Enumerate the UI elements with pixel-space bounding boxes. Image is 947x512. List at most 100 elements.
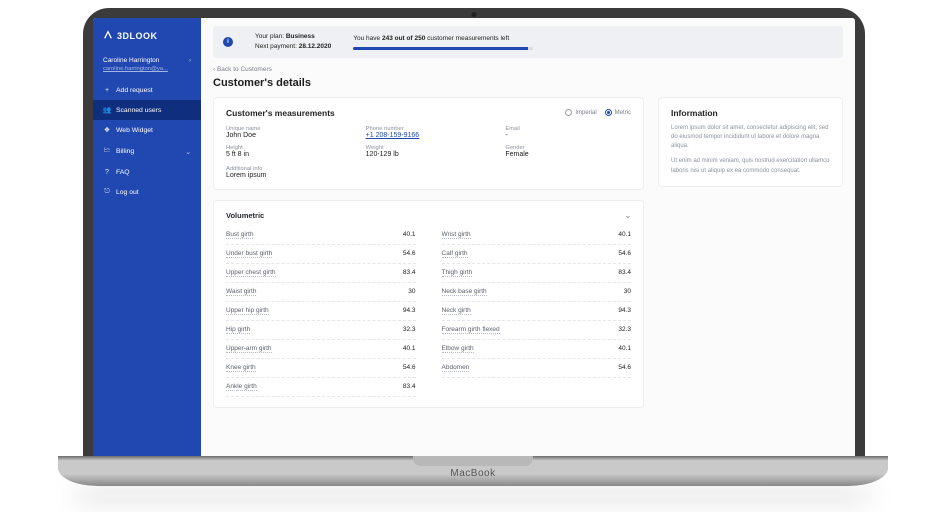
macbook-label: MacBook [58,468,888,479]
measurement-value: 32.3 [618,326,631,334]
phone-value[interactable]: +1 208-159-9166 [366,132,492,139]
measurement-label: Calf girth [442,250,468,258]
measurement-label: Upper chest girth [226,269,276,277]
measurement-label: Waist girth [226,288,256,296]
weight-value: 120-129 lb [366,151,492,158]
sidebar-item-label: Billing [116,148,134,155]
sidebar-item-scanned-users[interactable]: 👥 Scanned users [93,100,201,120]
page-title: Customer's details [213,77,843,89]
measurement-row: Knee girth54.6 [226,359,416,378]
sidebar-item-label: Web Widget [116,127,153,134]
user-block[interactable]: Caroline Harrington › caroline.harrington… [93,52,201,81]
sidebar-item-logout[interactable]: ⎋ Log out [93,182,201,202]
user-name: Caroline Harrington [103,57,159,64]
measurement-value: 30 [408,288,415,296]
unit-toggle: Imperial Metric [565,109,631,116]
measurement-label: Hip girth [226,326,250,334]
plan-banner: i Your plan: Business Next payment: 28.1… [213,26,843,58]
measurement-row: Upper-arm girth 40.1 [226,340,416,359]
gender-value: Female [505,151,631,158]
measurement-row: Neck base girth 30 [442,283,632,302]
measurement-label: Neck base girth [442,288,487,296]
measurement-label: Wrist girth [442,231,471,239]
measurement-label: Upper-arm girth [226,345,272,353]
unique-name-value: John Doe [226,132,352,139]
billing-icon: 🗠 [103,146,111,157]
measurement-row: Neck girth94.3 [442,302,632,321]
measurement-label: Elbow girth [442,345,474,353]
sidebar-item-web-widget[interactable]: ❖ Web Widget [93,120,201,140]
measurement-value: 30 [624,288,631,296]
sidebar-item-add-request[interactable]: + Add request [93,81,201,100]
measurement-value: 40.1 [403,231,416,239]
measurement-value: 40.1 [618,231,631,239]
info-icon: i [223,37,233,47]
additional-info-value: Lorem ipsum [226,172,631,179]
info-paragraph: Ut enim ad minim veniam, quis nostrud ex… [671,157,830,176]
measurement-value: 83.4 [618,269,631,277]
email-value: - [505,132,631,139]
sidebar: 3DLOOK Caroline Harrington › caroline.har… [93,18,201,456]
sidebar-item-billing[interactable]: 🗠 Billing ⌄ [93,140,201,163]
measurement-row: Elbow girth 40.1 [442,340,632,359]
plus-icon: + [103,87,111,94]
measurement-label: Thigh girth [442,269,473,277]
measurement-value: 40.1 [618,345,631,353]
measurement-row: Ankle girth 83.4 [226,378,416,397]
volumetric-section-header[interactable]: Volumetric ⌄ [226,211,631,220]
unit-imperial[interactable]: Imperial [565,109,596,116]
quota-progress [353,47,533,50]
measurement-value: 54.6 [618,250,631,258]
measurement-value: 40.1 [403,345,416,353]
quota-block: You have 243 out of 250 customer measure… [353,34,533,50]
measurement-value: 94.3 [618,307,631,315]
unit-metric[interactable]: Metric [605,109,631,116]
brand-logo: 3DLOOK [93,24,201,52]
measurement-label: Under bust girth [226,250,272,258]
sidebar-item-faq[interactable]: ? FAQ [93,163,201,182]
measurement-row: Waist girth 30 [226,283,416,302]
measurement-row: Upper chest girth 83.4 [226,264,416,283]
measurements-card: Customer's measurements Imperial Metric [213,97,644,190]
sidebar-item-label: Log out [116,189,139,196]
info-paragraph: Lorem ipsum dolor sit amet, consectetur … [671,124,830,152]
measurement-row: Abdomen54.6 [442,359,632,378]
measurement-value: 83.4 [403,383,416,391]
card-title: Customer's measurements [226,108,335,118]
measurement-label: Ankle girth [226,383,257,391]
main-area: i Your plan: Business Next payment: 28.1… [201,18,855,456]
measurement-label: Upper hip girth [226,307,269,315]
measurement-value: 83.4 [403,269,416,277]
chevron-right-icon: › [189,56,191,65]
laptop-base: MacBook [58,456,888,486]
sidebar-item-label: Scanned users [116,107,161,114]
measurement-value: 32.3 [403,326,416,334]
sidebar-item-label: Add request [116,87,153,94]
measurement-label: Bust girth [226,231,253,239]
measurement-value: 54.6 [403,364,416,372]
measurement-row: Calf girth 54.6 [442,245,632,264]
measurement-row: Hip girth 32.3 [226,321,416,340]
plan-block: Your plan: Business Next payment: 28.12.… [255,32,331,52]
measurement-row: Thigh girth 83.4 [442,264,632,283]
user-email: caroline.harrington@ya... [103,65,191,73]
logout-icon: ⎋ [103,188,111,196]
chevron-down-icon: ⌄ [625,211,631,220]
measurement-value: 94.3 [403,307,416,315]
measurement-row: Bust girth 40.1 [226,226,416,245]
card-title: Information [671,108,830,118]
measurement-row: Upper hip girth 94.3 [226,302,416,321]
help-icon: ? [103,169,111,176]
sidebar-nav: + Add request 👥 Scanned users ❖ Web Widg… [93,81,201,202]
sidebar-item-label: FAQ [116,169,130,176]
measurement-row: Under bust girth 54.6 [226,245,416,264]
height-value: 5 ft 8 in [226,151,352,158]
customer-info-grid: Unique name John Doe Phone number +1 208… [226,126,631,158]
chevron-down-icon: ⌄ [185,148,191,156]
volumetric-card: Volumetric ⌄ Bust girth 40.1 Under bust gi… [213,200,644,408]
breadcrumb-back[interactable]: ‹ Back to Customers [213,66,843,73]
widget-icon: ❖ [103,126,111,134]
measurement-value: 54.6 [403,250,416,258]
measurement-value: 54.6 [618,364,631,372]
users-icon: 👥 [103,106,111,114]
